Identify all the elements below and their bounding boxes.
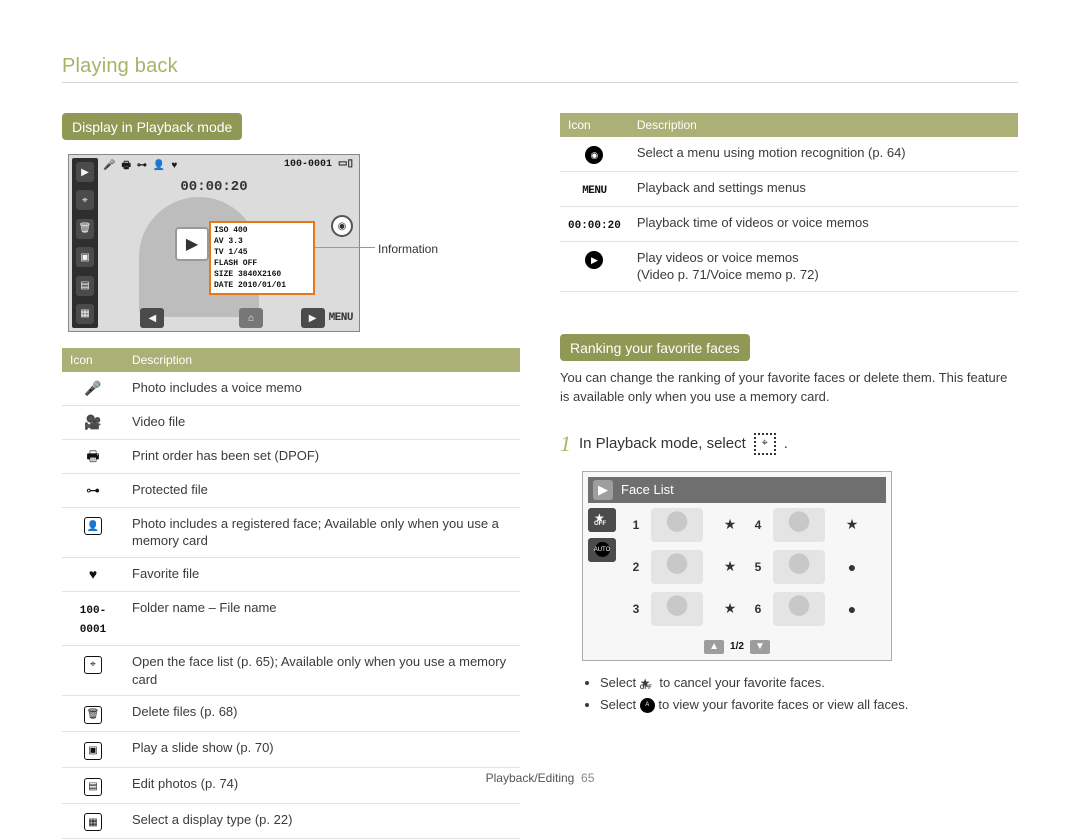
footer-page-number: 65 xyxy=(581,771,594,785)
face-thumb xyxy=(773,508,825,542)
table-row: MENUPlayback and settings menus xyxy=(560,172,1018,207)
th-icon: Icon xyxy=(62,348,124,372)
screen-display-icon: ▦ xyxy=(76,304,94,324)
mic-icon: 🎤 xyxy=(84,380,101,396)
step-number: 1 xyxy=(560,431,571,457)
table-row: 🗑Delete files (p. 68) xyxy=(62,696,520,732)
table-row: ▦Select a display type (p. 22) xyxy=(62,803,520,839)
star-icon: ★ xyxy=(717,600,743,617)
table-row: ⊶Protected file xyxy=(62,473,520,507)
table-row: ▣Play a slide show (p. 70) xyxy=(62,732,520,768)
trash-icon: 🗑 xyxy=(84,706,102,724)
info-box: ISO 400 AV 3.3 TV 1/45 FLASH OFF SIZE 38… xyxy=(209,221,315,295)
table-row: ⌖Open the face list (p. 65); Available o… xyxy=(62,646,520,696)
face-list-icon: ⌖ xyxy=(84,656,102,674)
heart-icon: ♥ xyxy=(89,566,97,582)
face-thumb xyxy=(651,592,703,626)
face-index: 4 xyxy=(749,518,767,532)
screen-folder-number: 100-0001 xyxy=(284,159,332,170)
pager-up-icon: ▲ xyxy=(704,640,724,654)
bullet-item: Select A to view your favorite faces or … xyxy=(600,695,1018,716)
screen-edit-icon: ▤ xyxy=(76,276,94,296)
page-title: Playing back xyxy=(62,55,1018,78)
table-row: 🖶Print order has been set (DPOF) xyxy=(62,439,520,473)
face-thumb xyxy=(773,550,825,584)
face-thumb xyxy=(651,550,703,584)
table-row: ▶ Play videos or voice memos (Video p. 7… xyxy=(560,241,1018,291)
table-row: ◉Select a menu using motion recognition … xyxy=(560,137,1018,172)
title-divider xyxy=(62,82,1018,83)
icon-description-table-right: Icon Description ◉Select a menu using mo… xyxy=(560,113,1018,292)
screen-trash-icon: 🗑 xyxy=(76,219,94,239)
video-icon: 🎥 xyxy=(84,414,101,430)
star-icon: ★ xyxy=(839,516,865,533)
motion-icon: ◉ xyxy=(585,146,603,164)
table-row: ♥Favorite file xyxy=(62,557,520,591)
table-row: 00:00:20Playback time of videos or voice… xyxy=(560,206,1018,241)
face-list-select-icon: ⌖ xyxy=(754,433,776,455)
play-circle-icon: ▶ xyxy=(585,251,603,269)
face-index: 6 xyxy=(749,602,767,616)
face-auto-icon: AUTO xyxy=(588,538,616,562)
star-icon: ★ xyxy=(717,558,743,575)
face-index: 5 xyxy=(749,560,767,574)
star-icon: ★ xyxy=(717,516,743,533)
screen-next-icon: ▶ xyxy=(301,308,325,328)
display-type-icon: ▦ xyxy=(84,813,102,831)
dot-icon: ● xyxy=(839,559,865,575)
menu-text-icon: MENU xyxy=(582,185,606,197)
pager-label: 1/2 xyxy=(730,641,744,652)
table-row: 👤Photo includes a registered face; Avail… xyxy=(62,507,520,557)
screen-motion-icon: ◉ xyxy=(331,215,353,237)
callout-label-information: Information xyxy=(378,242,438,256)
face-index: 2 xyxy=(627,560,645,574)
th-description: Description xyxy=(124,348,520,372)
screen-menu-label: MENU xyxy=(329,312,353,324)
table-row: 🎥Video file xyxy=(62,405,520,439)
th-icon: Icon xyxy=(560,113,629,137)
table-row: 🎤Photo includes a voice memo xyxy=(62,372,520,405)
auto-off-icon: A xyxy=(640,698,655,713)
face-thumb xyxy=(651,508,703,542)
face-list-title: Face List xyxy=(621,482,674,497)
print-icon: 🖶 xyxy=(86,448,99,464)
step-1: 1 In Playback mode, select ⌖. xyxy=(560,431,1018,457)
face-index: 1 xyxy=(627,518,645,532)
screen-playback-time: 00:00:20 xyxy=(69,179,359,195)
face-star-off-icon xyxy=(588,508,616,532)
camera-screen-illustration: ▶ ⌖ 🗑 ▣ ▤ ▦ 🎤 🖶 ⊶ 👤 ♥ 100-0001 ▭▯ 00:00:… xyxy=(68,154,360,332)
dot-icon: ● xyxy=(839,601,865,617)
footer-section: Playback/Editing xyxy=(486,771,575,785)
slideshow-icon: ▣ xyxy=(84,742,102,760)
icon-description-table-left: Icon Description 🎤Photo includes a voice… xyxy=(62,348,520,839)
bullet-item: Select to cancel your favorite faces. xyxy=(600,673,1018,694)
screen-prev-icon: ◀ xyxy=(140,308,164,328)
step-text-prefix: In Playback mode, select xyxy=(579,435,746,452)
lock-icon: ⊶ xyxy=(86,482,100,498)
face-index: 3 xyxy=(627,602,645,616)
face-reg-icon: 👤 xyxy=(84,517,102,535)
bullet-list: Select to cancel your favorite faces. Se… xyxy=(560,673,1018,717)
callout-line xyxy=(315,247,375,248)
folder-file-icon: 100-0001 xyxy=(80,605,106,637)
playback-mode-icon: ▶ xyxy=(593,480,613,500)
step-text-suffix: . xyxy=(784,435,788,452)
th-description: Description xyxy=(629,113,1018,137)
page-footer: Playback/Editing 65 xyxy=(0,771,1080,785)
face-thumb xyxy=(773,592,825,626)
table-row: 100-0001Folder name – File name xyxy=(62,591,520,646)
screen-status-icons: 🎤 🖶 ⊶ 👤 ♥ xyxy=(103,158,177,175)
screen-slideshow-icon: ▣ xyxy=(76,247,94,267)
screen-play-overlay-icon: ▶ xyxy=(175,227,209,261)
face-list-screen: ▶ Face List AUTO 1 ★ 4 ★ 2 ★ 5 ● 3 ★ 6 ● ▲ 1/2… xyxy=(582,471,892,661)
heading-ranking-faces: Ranking your favorite faces xyxy=(560,334,750,361)
time-text-icon: 00:00:20 xyxy=(568,220,621,232)
pager-down-icon: ▼ xyxy=(750,640,770,654)
screen-home-icon: ⌂ xyxy=(239,308,263,328)
star-off-icon xyxy=(640,676,656,690)
ranking-body-text: You can change the ranking of your favor… xyxy=(560,369,1018,407)
heading-display-playback: Display in Playback mode xyxy=(62,113,242,140)
